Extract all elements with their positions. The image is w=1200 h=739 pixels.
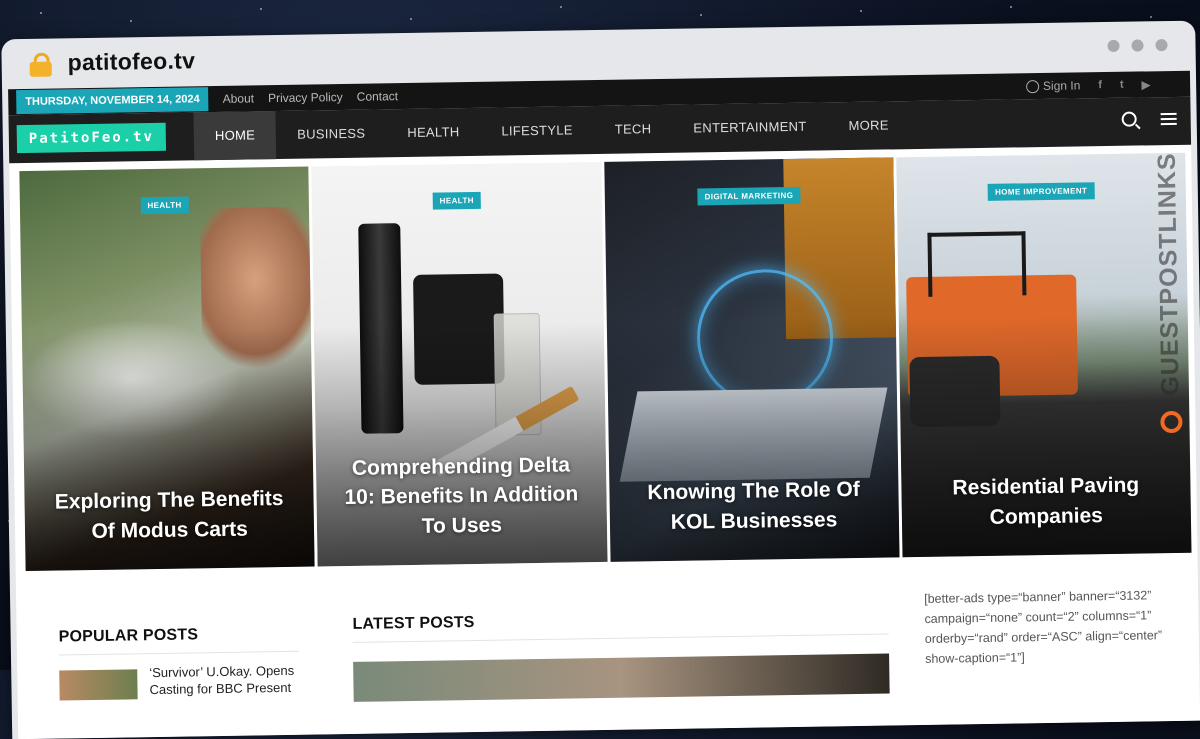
twitter-icon[interactable]: t	[1120, 79, 1124, 91]
hero-card[interactable]: DIGITAL MARKETING Knowing The Role Of KO…	[603, 157, 900, 562]
ad-shortcode: [better-ads type=“banner” banner=“3132” …	[924, 588, 1163, 666]
window-dot-icon[interactable]	[1155, 39, 1168, 52]
hamburger-menu-icon[interactable]	[1160, 112, 1177, 125]
window-dot-icon[interactable]	[1131, 39, 1144, 52]
hero-card-title[interactable]: Residential Paving Companies	[901, 470, 1191, 533]
nav-item-business[interactable]: BUSINESS	[276, 109, 387, 159]
top-link-contact[interactable]: Contact	[357, 89, 399, 104]
category-badge[interactable]: HEALTH	[140, 196, 189, 215]
category-badge[interactable]: HEALTH	[432, 191, 482, 210]
facebook-icon[interactable]: f	[1098, 79, 1102, 91]
page-viewport: THURSDAY, NOVEMBER 14, 2024 About Privac…	[8, 70, 1200, 739]
top-link-privacy[interactable]: Privacy Policy	[268, 90, 343, 105]
search-icon[interactable]	[1121, 111, 1137, 127]
popular-post-thumbnail[interactable]	[59, 669, 138, 701]
roller-cab-image	[927, 231, 1027, 297]
nav-item-home[interactable]: HOME	[193, 111, 277, 161]
hero-card[interactable]: HOME IMPROVEMENT Residential Paving Comp…	[895, 152, 1192, 558]
lower-section: POPULAR POSTS ‘Survivor’ U.Okay. Opens C…	[16, 553, 1200, 702]
top-links: About Privacy Policy Contact	[223, 89, 399, 106]
sign-in-label: Sign In	[1042, 78, 1081, 94]
hero-card-title[interactable]: Comprehending Delta 10: Benefits In Addi…	[316, 450, 607, 543]
window-dot-icon[interactable]	[1107, 39, 1120, 52]
browser-window: patitofeo.tv THURSDAY, NOVEMBER 14, 2024…	[1, 20, 1200, 739]
popular-posts-heading: POPULAR POSTS	[58, 626, 199, 646]
popular-post-title[interactable]: ‘Survivor’ U.Okay. Opens Casting for BBC…	[149, 663, 310, 699]
category-badge[interactable]: DIGITAL MARKETING	[697, 186, 801, 206]
window-controls	[1107, 39, 1168, 52]
site-logo[interactable]: PatitoFeo.tv	[16, 122, 167, 154]
latest-post-image[interactable]	[353, 653, 890, 702]
latest-posts-heading: LATEST POSTS	[352, 614, 475, 633]
nav-item-lifestyle[interactable]: LIFESTYLE	[480, 106, 594, 156]
hero-card[interactable]: HEALTH Comprehending Delta 10: Benefits …	[311, 161, 608, 567]
sign-in-link[interactable]: Sign In	[1025, 78, 1081, 94]
nav-item-more[interactable]: MORE	[827, 101, 910, 150]
nav-item-entertainment[interactable]: ENTERTAINMENT	[672, 102, 828, 152]
youtube-icon[interactable]: ▶	[1142, 78, 1151, 91]
category-badge[interactable]: HOME IMPROVEMENT	[987, 182, 1095, 201]
top-link-about[interactable]: About	[223, 91, 255, 105]
lock-icon	[29, 52, 52, 77]
top-right: Sign In f t ▶	[1025, 77, 1190, 94]
hero-grid: HEALTH Exploring The Benefits Of Modus C…	[9, 145, 1197, 572]
nav-item-tech[interactable]: TECH	[593, 105, 672, 154]
date-badge: THURSDAY, NOVEMBER 14, 2024	[16, 87, 209, 115]
hero-card[interactable]: HEALTH Exploring The Benefits Of Modus C…	[19, 166, 315, 572]
hero-card-title[interactable]: Knowing The Role Of KOL Businesses	[609, 475, 899, 538]
nav-icons	[1121, 111, 1177, 127]
nav-item-health[interactable]: HEALTH	[386, 108, 481, 157]
url-bar[interactable]: patitofeo.tv	[67, 47, 195, 76]
hero-card-title[interactable]: Exploring The Benefits Of Modus Carts	[24, 484, 314, 547]
user-icon	[1025, 79, 1040, 93]
